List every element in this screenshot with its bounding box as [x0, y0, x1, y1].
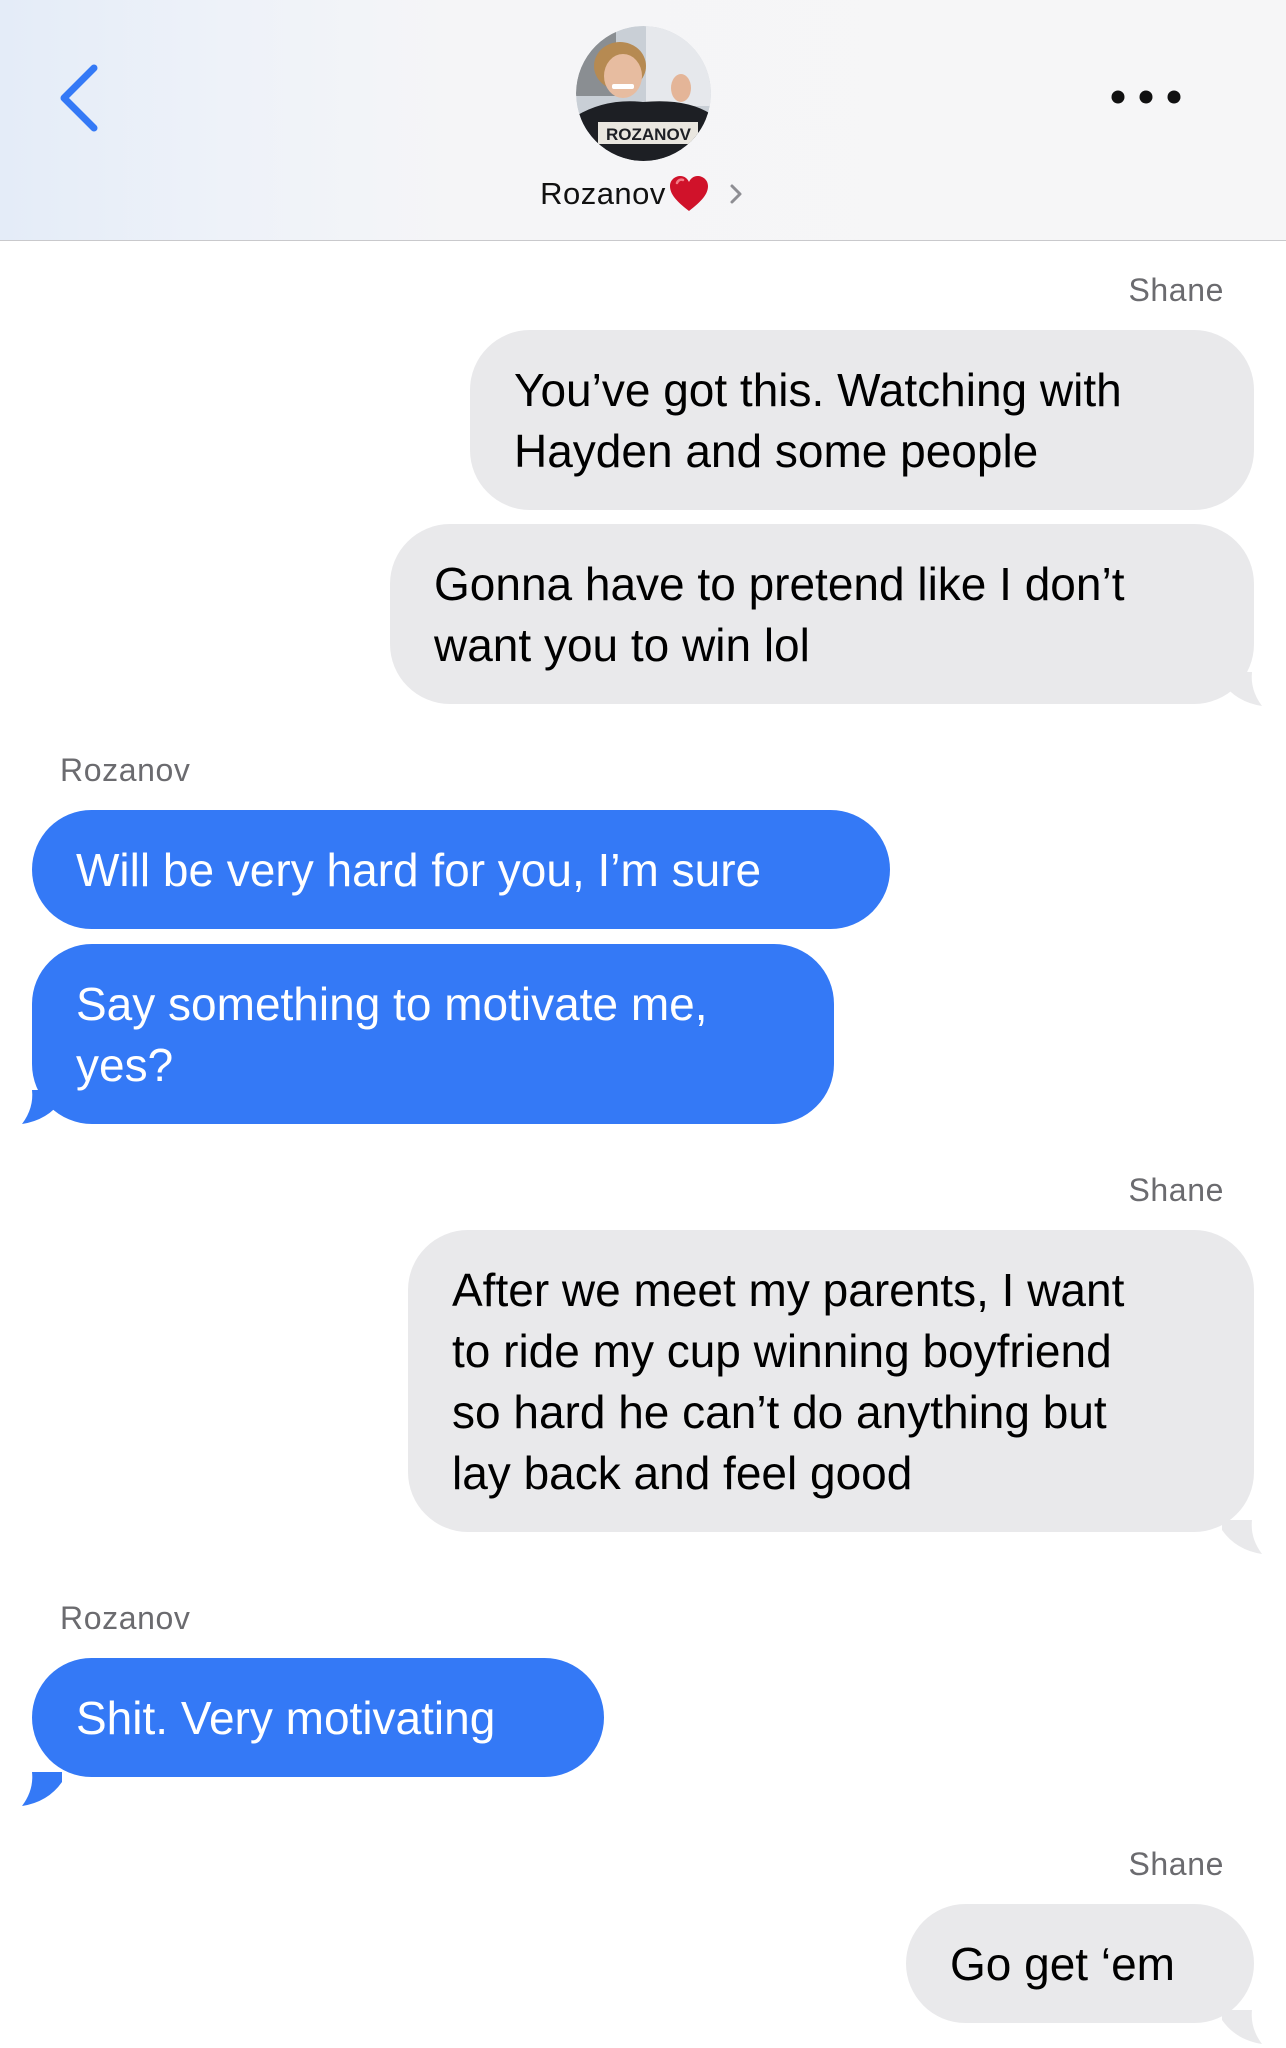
conversation-header: ROZANOV Rozanov [0, 0, 1286, 241]
message-bubble-incoming[interactable]: Shit. Very motivating [32, 1658, 604, 1777]
avatar[interactable]: ROZANOV [576, 26, 711, 161]
chevron-right-icon [730, 184, 742, 204]
sender-label: Rozanov [60, 752, 191, 788]
message-bubble-outgoing[interactable]: Go get ‘em [906, 1904, 1254, 2023]
sender-label: Shane [1128, 272, 1224, 308]
heart-icon [669, 176, 708, 211]
message-text: Say something to motivate me, yes? [76, 978, 708, 1091]
sender-label: Shane [1128, 1172, 1224, 1208]
bubble-tail [1222, 672, 1262, 706]
chevron-left-icon [60, 64, 98, 132]
sender-label: Rozanov [60, 1600, 191, 1636]
svg-text:ROZANOV: ROZANOV [606, 125, 692, 144]
message-text: Gonna have to pretend like I don’t want … [434, 558, 1125, 671]
message-text: Shit. Very motivating [76, 1692, 496, 1744]
avatar-photo: ROZANOV [576, 26, 711, 161]
bubble-tail [22, 1772, 62, 1806]
message-text: You’ve got this. Watching with Hayden an… [514, 364, 1122, 477]
bubble-tail [1222, 2010, 1262, 2044]
bubble-tail [1222, 1520, 1262, 1554]
sender-label: Shane [1128, 1846, 1224, 1882]
message-text: After we meet my parents, I want to ride… [452, 1264, 1125, 1499]
contact-name-button[interactable]: Rozanov [0, 172, 1286, 216]
message-text: Will be very hard for you, I’m sure [76, 844, 762, 896]
message-bubble-outgoing[interactable]: You’ve got this. Watching with Hayden an… [470, 330, 1254, 510]
message-bubble-outgoing[interactable]: After we meet my parents, I want to ride… [408, 1230, 1254, 1532]
message-bubble-incoming[interactable]: Will be very hard for you, I’m sure [32, 810, 890, 929]
message-bubble-outgoing[interactable]: Gonna have to pretend like I don’t want … [390, 524, 1254, 704]
more-options-button[interactable] [1108, 82, 1184, 112]
ellipsis-icon [1111, 90, 1181, 104]
back-button[interactable] [52, 62, 112, 134]
message-text: Go get ‘em [950, 1938, 1175, 1990]
bubble-tail [22, 1090, 62, 1124]
contact-name: Rozanov [540, 176, 666, 211]
message-bubble-incoming[interactable]: Say something to motivate me, yes? [32, 944, 834, 1124]
messages-screen: ROZANOV Rozanov Shane You’ve got this. W… [0, 0, 1286, 2048]
